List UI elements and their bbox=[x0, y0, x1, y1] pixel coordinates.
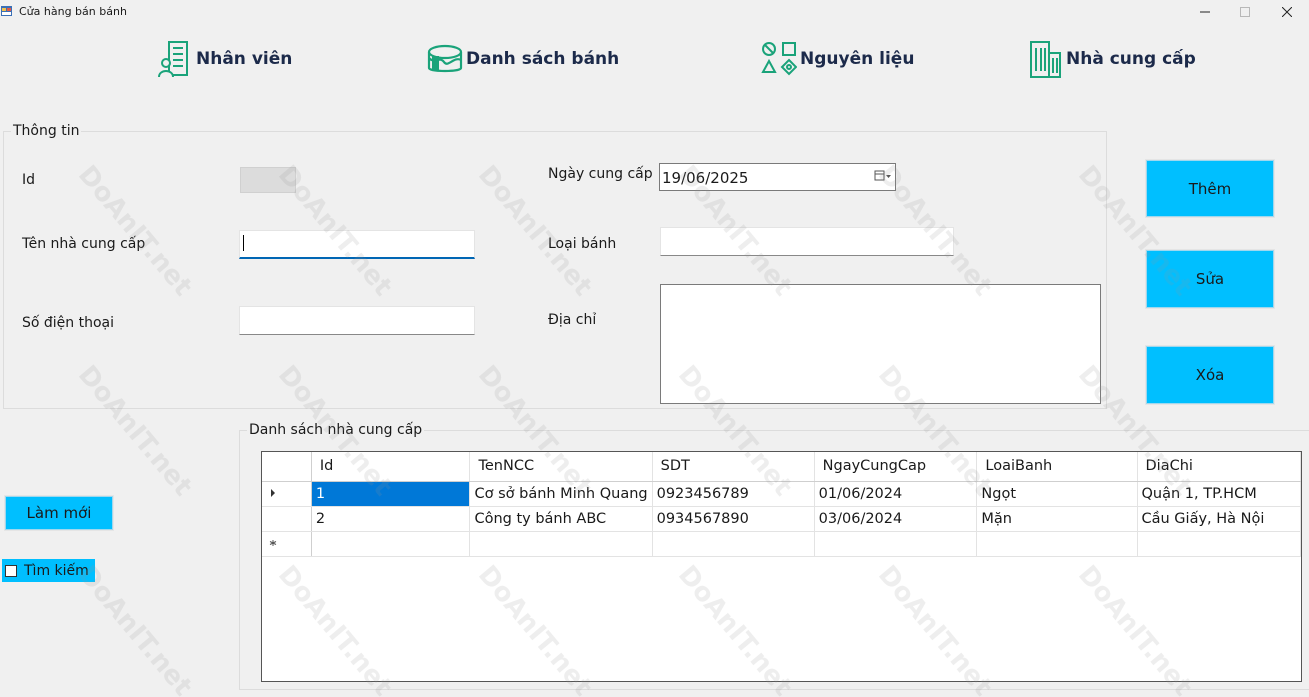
table-cell[interactable]: 0923456789 bbox=[652, 481, 815, 507]
supplier-name-label: Tên nhà cung cấp bbox=[22, 236, 146, 252]
search-checkbox[interactable]: Tìm kiếm bbox=[2, 559, 95, 582]
grid-header-row: Id TenNCC SDT NgayCungCap LoaiBanh DiaCh… bbox=[262, 452, 1301, 482]
building-icon bbox=[1026, 39, 1064, 79]
delete-button[interactable]: Xóa bbox=[1145, 345, 1275, 405]
column-header-tenncc[interactable]: TenNCC bbox=[469, 452, 653, 482]
supply-date-value: 19/06/2025 bbox=[662, 169, 749, 187]
table-cell[interactable] bbox=[976, 531, 1138, 557]
column-header-id[interactable]: Id bbox=[311, 452, 471, 482]
cake-icon bbox=[426, 39, 464, 79]
refresh-button[interactable]: Làm mới bbox=[4, 495, 114, 531]
table-cell[interactable] bbox=[311, 531, 471, 557]
supplier-name-input[interactable] bbox=[239, 230, 475, 259]
table-row[interactable]: 1 Cơ sở bánh Minh Quang 0923456789 01/06… bbox=[262, 481, 1301, 507]
table-cell[interactable]: Cầu Giấy, Hà Nội bbox=[1137, 506, 1301, 532]
nav-suppliers-label: Nhà cung cấp bbox=[1066, 49, 1196, 69]
supplier-grid[interactable]: Id TenNCC SDT NgayCungCap LoaiBanh DiaCh… bbox=[261, 451, 1302, 682]
table-cell[interactable] bbox=[652, 531, 815, 557]
table-cell[interactable]: 0934567890 bbox=[652, 506, 815, 532]
list-group-title: Danh sách nhà cung cấp bbox=[247, 422, 425, 438]
maximize-button[interactable] bbox=[1222, 0, 1268, 24]
table-cell[interactable]: 1 bbox=[311, 481, 471, 507]
table-cell[interactable] bbox=[469, 531, 653, 557]
search-checkbox-label: Tìm kiếm bbox=[24, 562, 89, 579]
current-row-arrow-icon bbox=[271, 488, 275, 497]
app-icon bbox=[1, 6, 12, 16]
close-icon bbox=[1282, 7, 1292, 17]
minimize-icon bbox=[1200, 11, 1210, 13]
close-button[interactable] bbox=[1264, 0, 1309, 24]
nav-employees[interactable]: Nhân viên bbox=[156, 38, 292, 80]
table-cell[interactable]: 01/06/2024 bbox=[814, 481, 978, 507]
new-row[interactable] bbox=[262, 531, 1301, 557]
row-header[interactable] bbox=[262, 531, 312, 557]
address-textarea[interactable] bbox=[660, 284, 1101, 404]
table-cell[interactable] bbox=[1137, 531, 1301, 557]
table-row[interactable]: 2 Công ty bánh ABC 0934567890 03/06/2024… bbox=[262, 506, 1301, 532]
table-cell[interactable]: 03/06/2024 bbox=[814, 506, 978, 532]
cake-type-input[interactable] bbox=[660, 227, 954, 256]
calendar-dropdown-icon[interactable] bbox=[874, 169, 892, 183]
maximize-icon bbox=[1240, 7, 1250, 17]
window-title: Cửa hàng bán bánh bbox=[19, 5, 127, 18]
supply-date-label: Ngày cung cấp bbox=[548, 166, 653, 182]
column-header-diachi[interactable]: DiaChi bbox=[1137, 452, 1301, 482]
id-label: Id bbox=[22, 172, 36, 188]
nav-ingredients[interactable]: Nguyên liệu bbox=[760, 38, 914, 80]
address-label: Địa chỉ bbox=[548, 312, 597, 328]
column-header-sdt[interactable]: SDT bbox=[652, 452, 815, 482]
id-field[interactable] bbox=[240, 167, 296, 193]
nav-cakes-label: Danh sách bánh bbox=[466, 49, 620, 69]
cake-type-label: Loại bánh bbox=[548, 236, 617, 252]
table-cell[interactable]: Ngọt bbox=[976, 481, 1138, 507]
title-bar: Cửa hàng bán bánh bbox=[0, 0, 1309, 24]
supply-date-picker[interactable]: 19/06/2025 bbox=[659, 163, 896, 191]
table-cell[interactable]: 2 bbox=[311, 506, 471, 532]
employee-building-icon bbox=[156, 39, 194, 79]
row-header-corner bbox=[262, 452, 312, 482]
phone-input[interactable] bbox=[239, 306, 475, 335]
phone-label: Số điện thoại bbox=[22, 315, 115, 331]
column-header-ngaycungcap[interactable]: NgayCungCap bbox=[814, 452, 978, 482]
column-header-loaibanh[interactable]: LoaiBanh bbox=[976, 452, 1138, 482]
table-cell[interactable] bbox=[814, 531, 978, 557]
nav-suppliers[interactable]: Nhà cung cấp bbox=[1026, 38, 1196, 80]
info-group-title: Thông tin bbox=[11, 123, 82, 139]
nav-ingredients-label: Nguyên liệu bbox=[800, 49, 915, 69]
checkbox-box[interactable] bbox=[5, 564, 17, 577]
add-button[interactable]: Thêm bbox=[1145, 159, 1275, 218]
table-cell[interactable]: Cơ sở bánh Minh Quang bbox=[469, 481, 653, 507]
nav-cakes[interactable]: Danh sách bánh bbox=[426, 38, 619, 80]
nav-employees-label: Nhân viên bbox=[196, 49, 293, 69]
table-cell[interactable]: Công ty bánh ABC bbox=[469, 506, 653, 532]
table-cell[interactable]: Quận 1, TP.HCM bbox=[1137, 481, 1301, 507]
edit-button[interactable]: Sửa bbox=[1145, 249, 1275, 309]
text-cursor bbox=[243, 235, 244, 251]
table-cell[interactable]: Mặn bbox=[976, 506, 1138, 532]
shapes-icon bbox=[760, 39, 798, 79]
row-header[interactable] bbox=[262, 481, 312, 507]
row-header[interactable] bbox=[262, 506, 312, 532]
new-row-asterisk-icon bbox=[269, 539, 277, 546]
